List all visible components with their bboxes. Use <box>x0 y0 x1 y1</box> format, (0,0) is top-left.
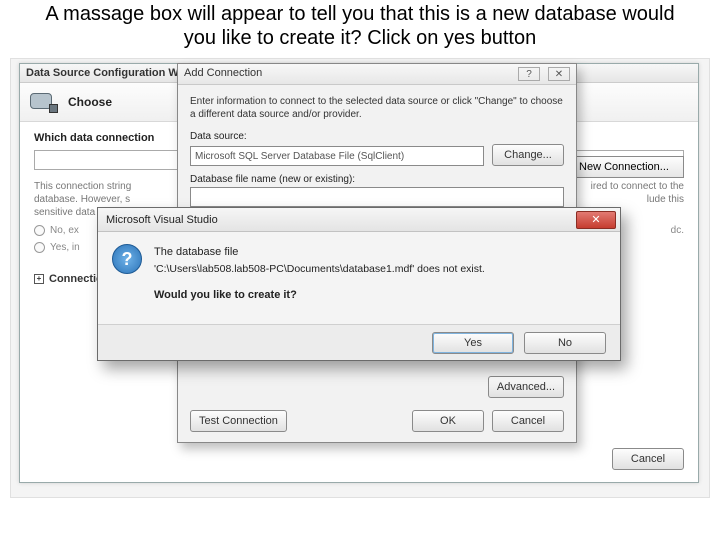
add-connection-titlebar[interactable]: Add Connection ? ✕ <box>178 64 576 85</box>
ok-button[interactable]: OK <box>412 410 484 432</box>
note-left: This connection string <box>34 181 131 192</box>
note-right2: lude this <box>647 193 684 206</box>
question-icon: ? <box>112 244 142 274</box>
add-connection-title: Add Connection <box>184 67 262 81</box>
change-button[interactable]: Change... <box>492 144 564 166</box>
no-button[interactable]: No <box>524 332 606 354</box>
msg-ask: Would you like to create it? <box>154 287 485 304</box>
db-file-field[interactable] <box>190 187 564 207</box>
advanced-button[interactable]: Advanced... <box>488 376 564 398</box>
radio-off-icon <box>34 242 45 253</box>
radio-yes-label: Yes, in <box>50 242 80 253</box>
screenshot-canvas: Data Source Configuration Wizard Choose … <box>10 58 710 498</box>
plus-icon: + <box>34 274 44 284</box>
test-connection-button[interactable]: Test Connection <box>190 410 287 432</box>
note-line3: sensitive data <box>34 207 95 218</box>
note-trail: dc. <box>671 225 684 236</box>
new-connection-button[interactable]: New Connection... <box>564 156 684 178</box>
note-right: ired to connect to the <box>591 180 684 193</box>
message-box: Microsoft Visual Studio ✕ ? The database… <box>97 207 621 361</box>
help-icon[interactable]: ? <box>518 67 540 81</box>
data-source-field: Microsoft SQL Server Database File (SqlC… <box>190 146 484 166</box>
add-connection-button-bar: OK Cancel <box>412 410 564 432</box>
add-connection-body: Enter information to connect to the sele… <box>178 85 576 225</box>
expander-label: Connectio <box>49 273 103 285</box>
msg-line2: 'C:\Users\lab508.lab508-PC\Documents\dat… <box>154 262 485 278</box>
message-box-button-bar: Yes No <box>98 324 620 360</box>
slide-instruction: A massage box will appear to tell you th… <box>0 0 720 58</box>
message-box-text: The database file 'C:\Users\lab508.lab50… <box>154 244 485 304</box>
wizard-heading: Choose <box>68 95 112 109</box>
msg-line1: The database file <box>154 244 485 261</box>
radio-off-icon <box>34 225 45 236</box>
message-box-close-button[interactable]: ✕ <box>576 211 616 229</box>
message-box-body: ? The database file 'C:\Users\lab508.lab… <box>98 232 620 316</box>
cancel-button[interactable]: Cancel <box>492 410 564 432</box>
window-controls: ? ✕ <box>518 67 570 81</box>
yes-button[interactable]: Yes <box>432 332 514 354</box>
close-icon[interactable]: ✕ <box>548 67 570 81</box>
message-box-title: Microsoft Visual Studio <box>106 214 218 226</box>
message-box-titlebar[interactable]: Microsoft Visual Studio ✕ <box>98 208 620 232</box>
add-connection-desc: Enter information to connect to the sele… <box>190 95 564 121</box>
wizard-cancel-button[interactable]: Cancel <box>612 448 684 470</box>
radio-no-label: No, ex <box>50 225 79 236</box>
data-source-label: Data source: <box>190 131 564 142</box>
db-file-label: Database file name (new or existing): <box>190 174 564 185</box>
note-line2: database. However, s <box>34 194 130 205</box>
wizard-button-bar: Cancel <box>612 448 684 470</box>
database-icon <box>30 91 58 113</box>
